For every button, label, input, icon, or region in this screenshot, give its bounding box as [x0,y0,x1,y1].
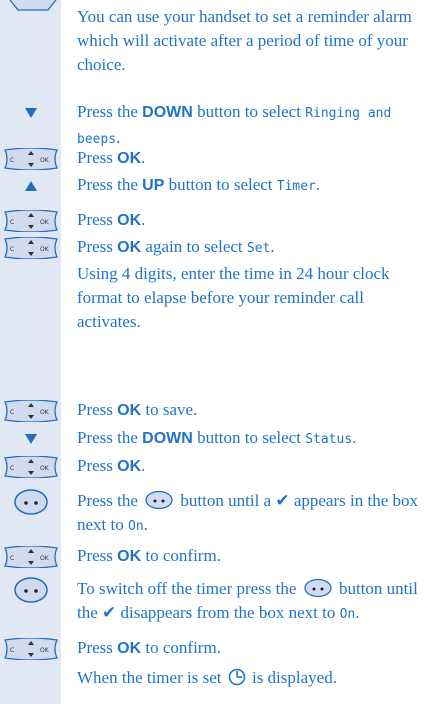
svg-text:OK: OK [40,157,50,164]
svg-text:OK: OK [40,409,50,416]
svg-text:C: C [10,555,14,562]
ok-navigator-icon: C OK [0,544,61,570]
option-button-icon [301,578,335,598]
ok-navigator-icon: C OK [0,146,61,172]
step-text-pre: Press [77,210,118,229]
svg-text:C: C [10,647,14,654]
step-text-pre: Press the [77,102,143,121]
step-text-post: is displayed. [247,668,337,687]
button-name: OK [117,640,142,657]
display-text: Timer [276,179,316,194]
step-text-post: to save. [141,400,198,419]
svg-text:OK: OK [40,219,50,226]
button-name: OK [117,212,142,229]
svg-text:C: C [10,219,14,226]
step-text-pre: Press [77,546,118,565]
display-text: Set [246,241,271,256]
step-text-pre: When the timer is set [77,668,226,687]
step-text: Press the UP button to select Timer. [77,173,427,199]
svg-text:C: C [10,465,14,472]
step-text: Press the button until a ✔ appears in th… [77,489,427,539]
step-text-post: . [141,148,146,167]
step-text: Press OK again to select Set. [77,235,427,261]
display-text: On [128,519,144,534]
ok-navigator-icon: C OK [0,208,61,234]
svg-text:C: C [10,409,14,416]
step-text-mid: button to select [164,175,277,194]
step-text-end: . [355,603,360,622]
step-text-post: to confirm. [141,546,221,565]
step-text: Press OK. [77,208,427,233]
step-text: When the timer is set is displayed. [77,666,427,690]
step-text-post: disappears from the box next to [116,603,340,622]
checkmark-glyph: ✔ [102,603,117,622]
step-text: Press OK to save. [77,398,427,423]
intro-text: You can use your handset to set a remind… [77,7,412,74]
ok-navigator-icon: C OK [0,636,61,662]
svg-text:OK: OK [40,465,50,472]
checkmark-glyph: ✔ [275,491,290,510]
step-text-pre: Press [77,456,118,475]
display-text: On [339,607,356,622]
navigator-edge-icon [9,0,57,11]
step-text-mid: button to select [192,428,306,447]
instruction-page: You can use your handset to set a remind… [0,0,434,704]
up-arrow-icon [0,173,61,199]
ok-navigator-icon: C OK [0,454,61,480]
option-button-icon [0,489,61,515]
step-text-mid: button to select [192,102,306,121]
timer-icon [226,668,248,687]
button-name: DOWN [142,104,193,121]
button-name: UP [142,177,165,194]
step-text-post: . [141,456,146,475]
step-paragraph: Using 4 digits, enter the time in 24 hou… [77,264,390,331]
button-name: OK [117,150,142,167]
option-button-icon [0,577,61,603]
ok-navigator-icon: C OK [0,398,61,424]
step-text-pre: Press the [77,175,143,194]
svg-text:C: C [10,157,14,164]
step-text: Press OK. [77,146,427,171]
step-text-post: . [116,128,121,147]
step-text-post: . [141,210,146,229]
button-name: DOWN [142,430,193,447]
svg-text:C: C [10,246,14,253]
step-text-post: to confirm. [141,638,221,657]
display-text: Status [305,432,353,447]
button-name: OK [117,548,142,565]
step-text: Press OK to confirm. [77,636,427,661]
button-name: OK [117,458,142,475]
step-text: Using 4 digits, enter the time in 24 hou… [77,262,427,334]
step-text-mid: again to select [141,237,247,256]
step-text: Press OK. [77,454,427,479]
step-text: Press OK to confirm. [77,544,427,569]
step-text-pre: Press [77,148,118,167]
svg-text:OK: OK [40,246,50,253]
button-name: OK [117,239,142,256]
option-button-icon [142,490,176,510]
down-arrow-icon [0,100,61,126]
step-text-pre: Press [77,237,118,256]
step-text-pre: Press the [77,428,143,447]
step-text-mid: button until a [176,491,276,510]
step-text: Press the DOWN button to select Ringing … [77,100,427,152]
step-text-post: . [352,428,357,447]
button-name: OK [117,402,142,419]
step-text-pre: Press [77,400,118,419]
step-text: To switch off the timer press the button… [77,577,427,627]
step-text-pre: Press the [77,491,143,510]
step-text-pre: Press [77,638,118,657]
step-text: Press the DOWN button to select Status. [77,426,427,452]
down-arrow-icon [0,426,61,452]
step-text-post: . [270,237,275,256]
step-text-end: . [143,515,148,534]
svg-text:OK: OK [40,555,50,562]
step-text-pre: To switch off the timer press the [77,579,301,598]
svg-text:OK: OK [40,647,50,654]
ok-navigator-icon: C OK [0,235,61,261]
step-text-post: . [315,175,321,194]
